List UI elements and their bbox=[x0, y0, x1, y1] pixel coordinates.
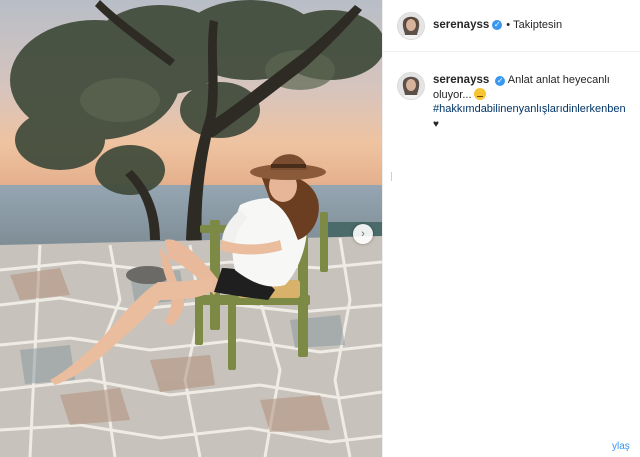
verified-badge-icon: ✓ bbox=[492, 20, 503, 30]
post-caption: serenayss ✓ Anlat anlat heyecanlı oluyor.… bbox=[433, 73, 633, 132]
username-link[interactable]: serenayss bbox=[433, 19, 489, 31]
avatar-image bbox=[398, 73, 424, 99]
chevron-right-icon: › bbox=[361, 228, 365, 240]
hashtag-link[interactable]: #hakkımdabilinenyanlışlarıdinlerkenben bbox=[433, 103, 626, 115]
caption-username[interactable]: serenayss bbox=[433, 74, 489, 86]
separator-dot: • bbox=[506, 19, 511, 31]
avatar[interactable] bbox=[397, 12, 425, 40]
following-button[interactable]: Takiptesin bbox=[513, 19, 562, 31]
post-sidebar: serenayss ✓ • Takiptesin serenayss ✓ Anla… bbox=[382, 0, 640, 457]
photo-illustration bbox=[0, 0, 382, 457]
caption-avatar[interactable] bbox=[397, 72, 425, 100]
heart-icon: ♥ bbox=[433, 118, 439, 130]
next-photo-button[interactable]: › bbox=[353, 224, 373, 244]
grinning-emoji-icon bbox=[473, 87, 486, 100]
verified-badge-icon: ✓ bbox=[495, 76, 506, 86]
post-photo[interactable]: › bbox=[0, 0, 382, 457]
post-header: serenayss ✓ • Takiptesin bbox=[383, 0, 640, 52]
share-link-partial[interactable]: ylaş bbox=[612, 441, 630, 452]
avatar-image bbox=[398, 13, 424, 39]
header-user: serenayss ✓ • Takiptesin bbox=[433, 19, 562, 31]
divider bbox=[391, 172, 397, 181]
